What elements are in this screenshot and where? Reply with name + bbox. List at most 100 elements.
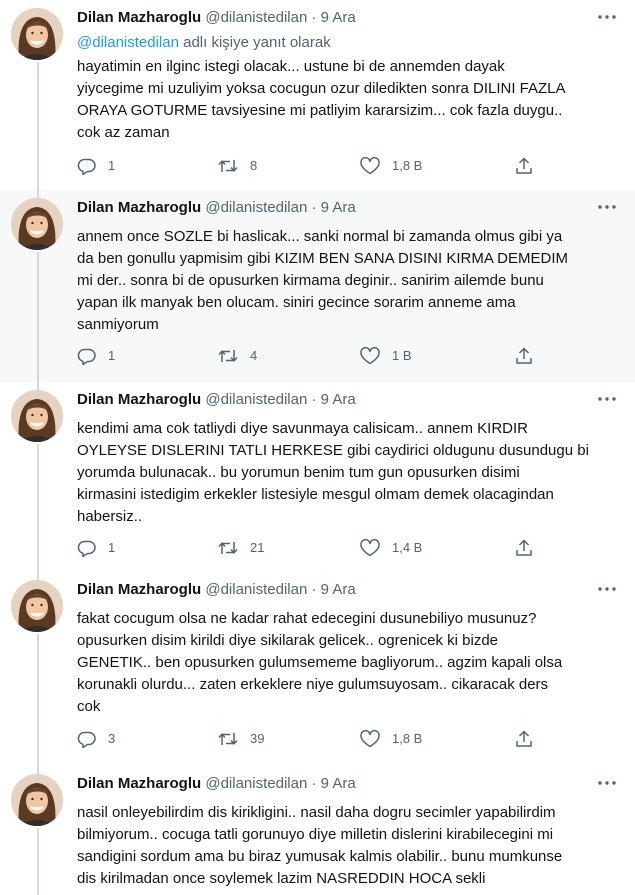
reply-count: 1 bbox=[108, 540, 116, 555]
reply-to-suffix: adlı kişiye yanıt olarak bbox=[178, 34, 331, 51]
header-separator: · bbox=[311, 9, 317, 26]
tweet-text-line: kendimi ama cok tatliydi diye savunmaya … bbox=[77, 420, 529, 437]
author-handle[interactable]: @dilanistedilan bbox=[205, 775, 307, 792]
like-button[interactable]: 1,4 B bbox=[359, 538, 422, 558]
thread-line bbox=[37, 572, 39, 580]
tweet-text: kendimi ama cok tatliydi diye savunmaya … bbox=[77, 418, 622, 528]
author-name[interactable]: Dilan Mazharoglu bbox=[77, 9, 201, 26]
tweet-text-line: sanmiyorum bbox=[77, 316, 159, 333]
avatar[interactable] bbox=[11, 390, 63, 442]
like-button[interactable]: 1,8 B bbox=[359, 156, 422, 176]
author-name[interactable]: Dilan Mazharoglu bbox=[77, 581, 201, 598]
share-button[interactable] bbox=[514, 346, 534, 366]
author-name[interactable]: Dilan Mazharoglu bbox=[77, 391, 201, 408]
tweet-text-line: sandigini sordum ama bu biraz yumusak ka… bbox=[77, 848, 563, 865]
tweet-text-line: yorumda bulunacak.. bu yorumun benim tum… bbox=[77, 464, 520, 481]
retweet-button[interactable]: 8 bbox=[217, 156, 257, 176]
heart-icon bbox=[359, 538, 381, 558]
reply-count: 1 bbox=[108, 348, 116, 363]
thread-line bbox=[37, 252, 39, 382]
tweet-text-line: yiycegime mi uzuliyim yoksa cocugun ozur… bbox=[77, 80, 566, 97]
author-name[interactable]: Dilan Mazharoglu bbox=[77, 775, 201, 792]
tweet-text: fakat cocugum olsa ne kadar rahat edeceg… bbox=[77, 608, 622, 718]
reply-button[interactable]: 1 bbox=[77, 346, 115, 366]
tweet-text-line: da ben gonullu yapmisim gibi KIZIM BEN S… bbox=[77, 250, 568, 267]
retweet-button[interactable]: 39 bbox=[217, 729, 264, 749]
avatar[interactable] bbox=[11, 198, 63, 250]
tweet[interactable]: Dilan Mazharoglu @dilanistedilan · 9 Ara… bbox=[0, 0, 635, 190]
tweet-text-line: korunakli olurdu... zaten erkeklere niye… bbox=[77, 676, 549, 693]
tweet-header: Dilan Mazharoglu @dilanistedilan · 9 Ara bbox=[77, 390, 356, 410]
author-handle[interactable]: @dilanistedilan bbox=[205, 581, 307, 598]
heart-icon bbox=[359, 729, 381, 749]
thread-line bbox=[37, 444, 39, 572]
header-separator: · bbox=[311, 199, 317, 216]
tweet-date[interactable]: 9 Ara bbox=[321, 775, 356, 792]
tweet-date[interactable]: 9 Ara bbox=[321, 581, 356, 598]
tweet-text-line: nasil onleyebilirdim dis kirikligini.. n… bbox=[77, 804, 556, 821]
author-handle[interactable]: @dilanistedilan bbox=[205, 9, 307, 26]
retweet-icon bbox=[217, 156, 239, 176]
share-button[interactable] bbox=[514, 729, 534, 749]
retweet-count: 21 bbox=[250, 540, 265, 555]
thread-line bbox=[37, 766, 39, 774]
share-icon bbox=[514, 156, 534, 176]
tweet-text-line: GENETIK.. ben opusurken gulumsememe bagl… bbox=[77, 654, 563, 671]
header-separator: · bbox=[311, 581, 317, 598]
tweet-text-line: cok az zaman bbox=[77, 124, 170, 141]
reply-to-link[interactable]: @dilanistedilan bbox=[77, 34, 179, 51]
reply-bubble-icon bbox=[77, 729, 97, 749]
share-button[interactable] bbox=[514, 538, 534, 558]
avatar[interactable] bbox=[11, 774, 63, 826]
retweet-icon bbox=[217, 538, 239, 558]
tweet-text-line: cok bbox=[77, 698, 101, 715]
reply-button[interactable]: 3 bbox=[77, 729, 115, 749]
tweet-date[interactable]: 9 Ara bbox=[321, 9, 356, 26]
like-count: 1,4 B bbox=[392, 540, 423, 555]
avatar[interactable] bbox=[11, 580, 63, 632]
retweet-button[interactable]: 21 bbox=[217, 538, 264, 558]
tweet-text-line: yapan ilk manyak ben olucam. siniri geci… bbox=[77, 294, 516, 311]
like-count: 1,8 B bbox=[392, 731, 423, 746]
reply-button[interactable]: 1 bbox=[77, 538, 115, 558]
more-horizontal-icon[interactable] bbox=[597, 776, 617, 790]
reply-button[interactable]: 1 bbox=[77, 156, 115, 176]
tweet-text-line: hayatimin en ilginc istegi olacak... ust… bbox=[77, 58, 505, 75]
more-horizontal-icon[interactable] bbox=[597, 392, 617, 406]
tweet-text-line: ORAYA GOTURME tavsiyesine mi patliyim ka… bbox=[77, 102, 563, 119]
share-button[interactable] bbox=[514, 156, 534, 176]
more-horizontal-icon[interactable] bbox=[597, 200, 617, 214]
tweet-text-line: OYLEYSE DISLERINI TATLI HERKESE gibi cay… bbox=[77, 442, 589, 459]
retweet-icon bbox=[217, 346, 239, 366]
retweet-button[interactable]: 4 bbox=[217, 346, 257, 366]
tweet-text-line: bilmiyorum.. cocuga tatli gorunuyo diye … bbox=[77, 826, 554, 843]
author-handle[interactable]: @dilanistedilan bbox=[205, 391, 307, 408]
more-horizontal-icon[interactable] bbox=[597, 10, 617, 24]
more-horizontal-icon[interactable] bbox=[597, 582, 617, 596]
tweet[interactable]: Dilan Mazharoglu @dilanistedilan · 9 Ara… bbox=[0, 382, 635, 572]
header-separator: · bbox=[311, 775, 317, 792]
thread-line bbox=[37, 62, 39, 190]
share-icon bbox=[514, 729, 534, 749]
author-handle[interactable]: @dilanistedilan bbox=[205, 199, 307, 216]
tweet[interactable]: Dilan Mazharoglu @dilanistedilan · 9 Ara… bbox=[0, 190, 635, 382]
thread-line bbox=[37, 828, 39, 895]
avatar[interactable] bbox=[11, 8, 63, 60]
like-button[interactable]: 1,8 B bbox=[359, 729, 422, 749]
author-name[interactable]: Dilan Mazharoglu bbox=[77, 199, 201, 216]
tweet-text-line: annem once SOZLE bi haslicak... sanki no… bbox=[77, 228, 563, 245]
tweet-text-line: dis kirilmadan once soylemek lazim NASRE… bbox=[77, 870, 486, 887]
tweet[interactable]: Dilan Mazharoglu @dilanistedilan · 9 Ara… bbox=[0, 572, 635, 766]
tweet-actions: 1 4 1 B bbox=[77, 346, 537, 370]
reply-count: 3 bbox=[108, 731, 116, 746]
heart-icon bbox=[359, 156, 381, 176]
tweet-date[interactable]: 9 Ara bbox=[321, 199, 356, 216]
tweet-text-line: opusurken disim kirildi diye sikilarak g… bbox=[77, 632, 499, 649]
tweet-text: nasil onleyebilirdim dis kirikligini.. n… bbox=[77, 802, 622, 890]
tweet[interactable]: Dilan Mazharoglu @dilanistedilan · 9 Ara… bbox=[0, 766, 635, 895]
thread-line bbox=[37, 634, 39, 766]
share-icon bbox=[514, 346, 534, 366]
tweet-date[interactable]: 9 Ara bbox=[321, 391, 356, 408]
like-button[interactable]: 1 B bbox=[359, 346, 412, 366]
reply-context: @dilanistedilan adlı kişiye yanıt olarak bbox=[77, 33, 331, 53]
